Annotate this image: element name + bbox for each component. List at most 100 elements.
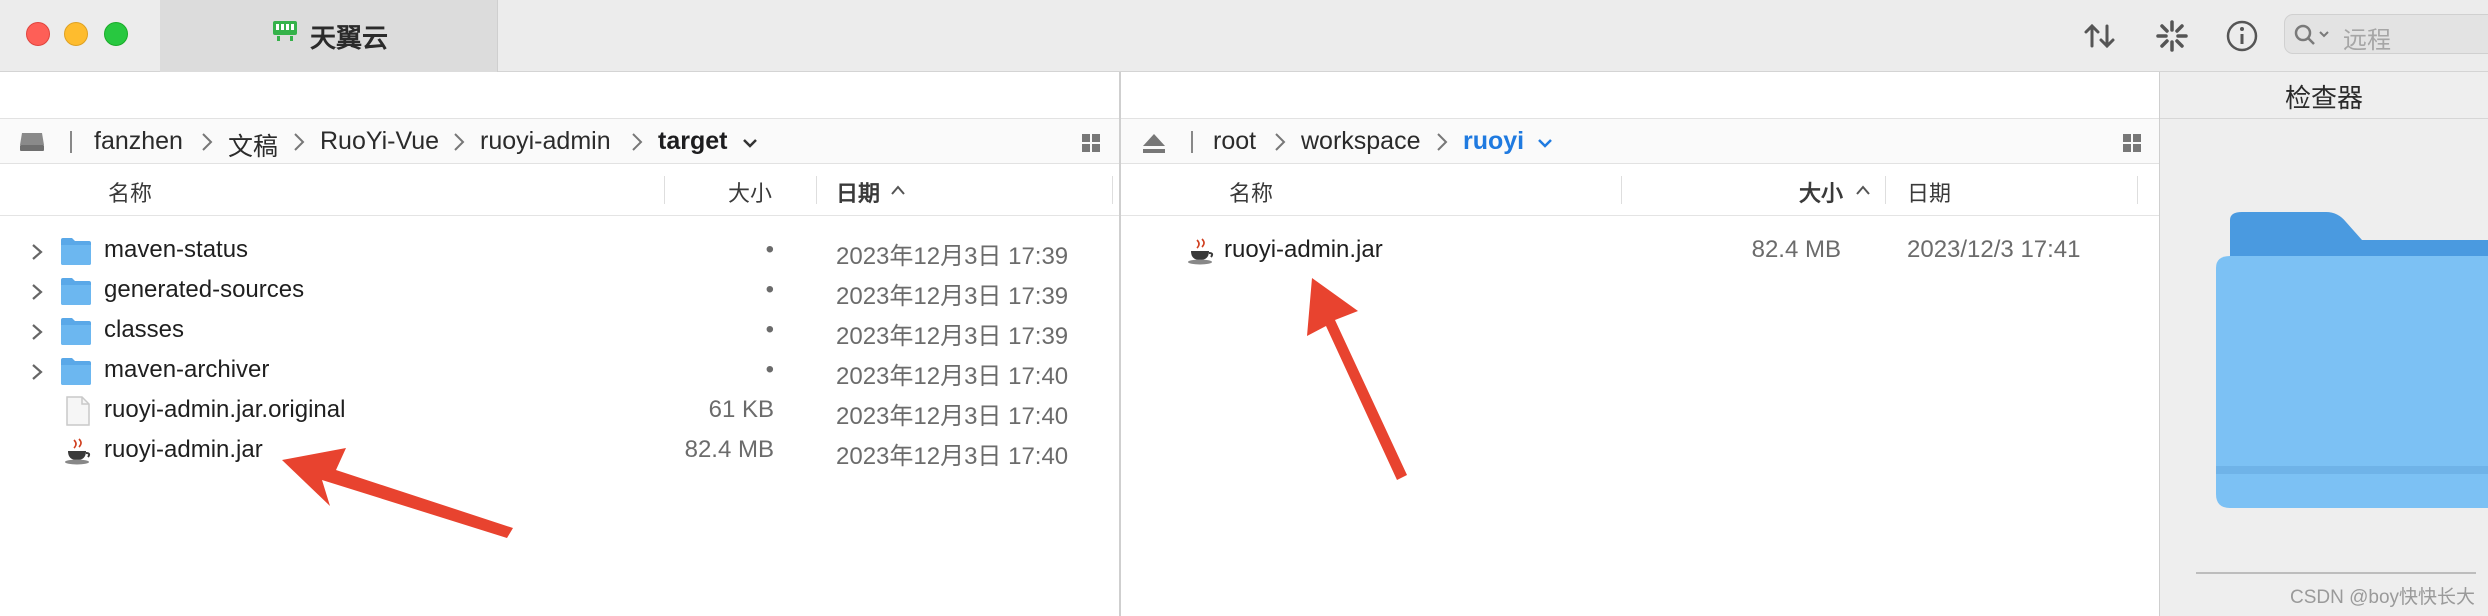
chevron-right-icon — [202, 133, 213, 151]
breadcrumb-ruoyi-vue[interactable]: RuoYi-Vue — [320, 127, 439, 156]
file-size: 82.4 MB — [1751, 236, 1841, 263]
tab-tianyiyun[interactable]: 天翼云 — [160, 0, 498, 72]
column-name[interactable]: 名称 — [1229, 176, 1273, 208]
file-date: 2023年12月3日 17:40 — [836, 363, 1069, 390]
column-size[interactable]: 大小 — [728, 176, 772, 208]
file-date: 2023年12月3日 17:40 — [836, 403, 1069, 430]
breadcrumb-root[interactable]: root — [1213, 127, 1256, 156]
remote-column-header: 名称 大小 日期 — [1121, 164, 2159, 216]
file-date: 2023/12/3 17:41 — [1907, 236, 2081, 263]
view-grid-icon[interactable] — [1082, 134, 1100, 152]
sort-ascending-icon — [891, 185, 905, 195]
column-size[interactable]: 大小 — [1799, 176, 1843, 208]
path-separator — [70, 131, 72, 153]
disclosure-triangle-icon[interactable] — [30, 322, 44, 342]
file-date: 2023年12月3日 17:40 — [836, 443, 1069, 470]
chevron-down-icon[interactable] — [1537, 137, 1553, 149]
column-separator — [1112, 176, 1113, 204]
document-icon — [66, 396, 90, 426]
disk-icon[interactable] — [18, 131, 46, 153]
breadcrumb-documents[interactable]: 文稿 — [228, 127, 278, 163]
file-row[interactable]: ruoyi-admin.jar 82.4 MB 2023年12月3日 17:40 — [0, 432, 1119, 472]
file-size: 61 KB — [708, 396, 774, 423]
chevron-right-icon — [1275, 133, 1286, 151]
file-size: • — [765, 236, 774, 263]
column-date[interactable]: 日期 — [1907, 176, 1951, 208]
large-folder-icon — [2216, 212, 2488, 508]
file-row[interactable]: ruoyi-admin.jar.original 61 KB 2023年12月3… — [0, 392, 1119, 432]
file-row[interactable]: classes • 2023年12月3日 17:39 — [0, 312, 1119, 352]
java-jar-icon — [65, 438, 91, 465]
chevron-right-icon — [632, 133, 643, 151]
local-column-header: 名称 大小 日期 — [0, 164, 1119, 216]
file-date: 2023年12月3日 17:39 — [836, 283, 1069, 310]
chevron-right-icon — [1437, 133, 1448, 151]
file-date: 2023年12月3日 17:39 — [836, 243, 1069, 270]
breadcrumb-ruoyi-admin[interactable]: ruoyi-admin — [480, 127, 611, 156]
column-separator — [1885, 176, 1886, 204]
file-row[interactable]: ruoyi-admin.jar 82.4 MB 2023/12/3 17:41 — [1121, 232, 2159, 272]
chevron-right-icon — [294, 133, 305, 151]
minimize-window-button[interactable] — [64, 22, 88, 46]
disclosure-triangle-icon[interactable] — [30, 282, 44, 302]
path-separator — [1191, 131, 1193, 153]
file-size: • — [765, 356, 774, 383]
file-row[interactable]: maven-archiver • 2023年12月3日 17:40 — [0, 352, 1119, 392]
transfer-icon[interactable] — [2080, 16, 2120, 56]
file-name: generated-sources — [104, 276, 305, 303]
folder-icon — [61, 318, 91, 345]
view-grid-icon[interactable] — [2123, 134, 2141, 152]
file-name: ruoyi-admin.jar — [104, 436, 263, 463]
tab-title: 天翼云 — [310, 23, 389, 53]
column-date[interactable]: 日期 — [836, 176, 880, 208]
file-row[interactable]: maven-status • 2023年12月3日 17:39 — [0, 232, 1119, 272]
inspector-separator — [2196, 572, 2476, 574]
file-name: classes — [104, 316, 185, 343]
search-field[interactable]: 远程 — [2284, 14, 2488, 54]
column-name[interactable]: 名称 — [108, 176, 152, 208]
column-separator — [664, 176, 665, 204]
column-separator — [2137, 176, 2138, 204]
watermark: CSDN @boy快快长大 — [2290, 587, 2476, 608]
info-icon[interactable] — [2222, 16, 2262, 56]
file-name: maven-archiver — [104, 356, 270, 383]
remote-path-bar: root workspace ruoyi — [1121, 118, 2159, 164]
local-pane: fanzhen 文稿 RuoYi-Vue ruoyi-admin target … — [0, 72, 1119, 616]
java-jar-icon — [1188, 238, 1214, 265]
folder-icon — [61, 278, 91, 305]
breadcrumb-fanzhen[interactable]: fanzhen — [94, 127, 183, 156]
chevron-down-icon[interactable] — [742, 137, 758, 149]
file-name: ruoyi-admin.jar.original — [104, 396, 346, 423]
inspector-panel: 检查器 — [2159, 72, 2488, 616]
column-separator — [816, 176, 817, 204]
remote-pane: root workspace ruoyi 名称 大小 日期 ruoyi-admi… — [1121, 72, 2159, 616]
eject-icon[interactable] — [1141, 132, 1167, 154]
column-separator — [1621, 176, 1622, 204]
disclosure-triangle-icon[interactable] — [30, 242, 44, 262]
breadcrumb-ruoyi[interactable]: ruoyi — [1463, 127, 1524, 156]
disclosure-triangle-icon[interactable] — [30, 362, 44, 382]
folder-icon — [61, 238, 91, 265]
file-date: 2023年12月3日 17:39 — [836, 323, 1069, 350]
sort-ascending-icon — [1856, 185, 1870, 195]
inspector-divider — [2160, 118, 2488, 119]
activity-icon[interactable] — [2152, 16, 2192, 56]
search-placeholder: 远程 — [2343, 27, 2391, 54]
file-size: 82.4 MB — [684, 436, 774, 463]
server-icon — [273, 21, 297, 41]
file-row[interactable]: generated-sources • 2023年12月3日 17:39 — [0, 272, 1119, 312]
folder-icon — [61, 358, 91, 385]
file-name: maven-status — [104, 236, 249, 263]
zoom-window-button[interactable] — [104, 22, 128, 46]
breadcrumb-workspace[interactable]: workspace — [1301, 127, 1421, 156]
title-bar: 天翼云 远程 — [0, 0, 2488, 72]
file-size: • — [765, 276, 774, 303]
inspector-title: 检查器 — [2284, 83, 2363, 113]
search-icon — [2294, 24, 2329, 45]
local-path-bar: fanzhen 文稿 RuoYi-Vue ruoyi-admin target — [0, 118, 1119, 164]
chevron-right-icon — [454, 133, 465, 151]
file-name: ruoyi-admin.jar — [1224, 236, 1383, 263]
close-window-button[interactable] — [26, 22, 50, 46]
breadcrumb-target[interactable]: target — [658, 127, 727, 156]
file-size: • — [765, 316, 774, 343]
